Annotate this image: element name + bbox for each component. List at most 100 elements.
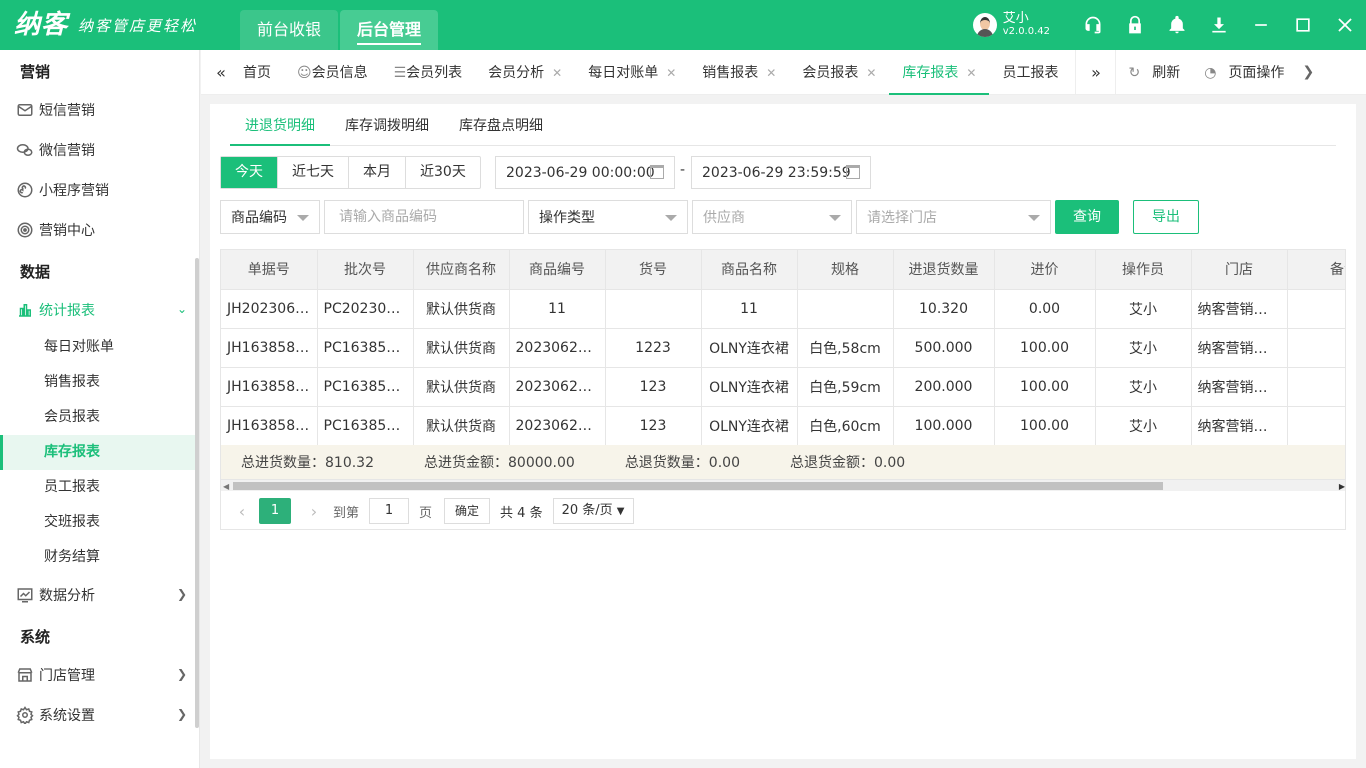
target-icon <box>16 221 34 239</box>
col-header[interactable]: 规格 <box>797 250 894 290</box>
col-header[interactable]: 货号 <box>605 250 702 290</box>
code-type-select[interactable]: 商品编码 <box>220 200 320 234</box>
query-button[interactable]: 查询 <box>1055 200 1119 234</box>
close-icon[interactable]: ✕ <box>966 66 976 80</box>
date-quick-group: 今天 近七天 本月 近30天 <box>220 156 481 189</box>
subtab-in-out[interactable]: 进退货明细 <box>230 104 330 146</box>
table-cell: 白色,59cm <box>797 367 894 407</box>
sidebar-sub-member[interactable]: 会员报表 <box>0 400 199 435</box>
store-select[interactable]: 请选择门店 <box>856 200 1051 234</box>
tab-member-list[interactable]: ☰会员列表 <box>381 50 476 95</box>
tabs-scroll-right-icon[interactable]: » <box>1075 49 1115 95</box>
sidebar-item-marketing-center[interactable]: 营销中心 <box>0 210 199 250</box>
headset-icon[interactable] <box>1072 0 1114 50</box>
sidebar-item-reports[interactable]: 统计报表 ⌄ <box>0 290 199 330</box>
lock-icon[interactable] <box>1114 0 1156 50</box>
next-page-icon[interactable]: › <box>303 502 325 521</box>
table-row[interactable]: JH2023062... PC202306... 默认供货商 11 11 10.320 0.… <box>221 289 1345 329</box>
close-icon[interactable]: ✕ <box>866 66 876 80</box>
subtab-stocktake[interactable]: 库存盘点明细 <box>444 104 558 146</box>
sidebar-sub-shift[interactable]: 交班报表 <box>0 505 199 540</box>
date-30days-button[interactable]: 近30天 <box>405 157 480 188</box>
table-row[interactable]: JH1638581... PC163858... 默认供货商 202306290...… <box>221 406 1345 446</box>
maximize-icon[interactable] <box>1282 0 1324 50</box>
bell-icon[interactable] <box>1156 0 1198 50</box>
date-today-button[interactable]: 今天 <box>221 157 277 188</box>
sidebar-sub-daily[interactable]: 每日对账单 <box>0 330 199 365</box>
end-date-input[interactable]: 2023-06-29 23:59:59 <box>691 156 871 189</box>
table-hscrollbar[interactable]: ◀ ▶ <box>221 479 1345 491</box>
col-header[interactable]: 进价 <box>994 250 1096 290</box>
col-header[interactable]: 商品名称 <box>701 250 798 290</box>
product-code-input[interactable]: 请输入商品编码 <box>324 200 524 234</box>
arrow-left-icon[interactable]: ◀ <box>223 482 229 491</box>
sidebar-item-wechat[interactable]: 微信营销 <box>0 130 199 170</box>
caret-down-icon <box>297 215 309 221</box>
close-icon[interactable]: ✕ <box>666 66 676 80</box>
user-menu[interactable]: 艾小 v2.0.0.42 <box>972 12 1050 38</box>
page-ops-button[interactable]: ◔ 页面操作 <box>1192 62 1296 82</box>
close-icon[interactable]: ✕ <box>766 66 776 80</box>
tab-member-analysis[interactable]: 会员分析 ✕ <box>475 50 575 95</box>
sidebar-item-analysis[interactable]: 数据分析 ❯ <box>0 575 199 615</box>
sidebar-sub-staff[interactable]: 员工报表 <box>0 470 199 505</box>
sidebar-sub-sales[interactable]: 销售报表 <box>0 365 199 400</box>
top-tab-admin[interactable]: 后台管理 <box>340 10 439 50</box>
close-icon[interactable] <box>1324 0 1366 50</box>
tab-home[interactable]: 首页 <box>241 50 284 95</box>
goto-confirm-button[interactable]: 确定 <box>444 498 491 524</box>
sidebar-sub-finance[interactable]: 财务结算 <box>0 540 199 575</box>
sidebar-item-settings[interactable]: 系统设置 ❯ <box>0 695 199 735</box>
tab-staff[interactable]: 员工报表 <box>989 50 1075 95</box>
gear-icon <box>16 706 34 724</box>
tab-daily[interactable]: 每日对账单 ✕ <box>575 50 689 95</box>
table-cell: 202306290... <box>509 367 606 407</box>
col-header[interactable]: 门店 <box>1191 250 1288 290</box>
calendar-icon <box>846 165 860 179</box>
col-header[interactable]: 进退货数量 <box>893 250 995 290</box>
start-date-input[interactable]: 2023-06-29 00:00:00 <box>495 156 675 189</box>
sidebar-item-miniprogram[interactable]: 小程序营销 <box>0 170 199 210</box>
close-icon[interactable]: ✕ <box>552 66 562 80</box>
tab-sales[interactable]: 销售报表 ✕ <box>689 50 789 95</box>
prev-page-icon[interactable]: ‹ <box>231 502 253 521</box>
goto-page-input[interactable]: 1 <box>369 498 410 524</box>
date-month-button[interactable]: 本月 <box>348 157 405 188</box>
table-row[interactable]: JH1638581... PC163858... 默认供货商 202306290...… <box>221 328 1345 368</box>
chevron-right-icon[interactable]: ❯ <box>1296 64 1320 80</box>
tab-member-report[interactable]: 会员报表 ✕ <box>789 50 889 95</box>
refresh-button[interactable]: ↻ 刷新 <box>1116 62 1192 82</box>
minimize-icon[interactable] <box>1240 0 1282 50</box>
table-summary: 总进货数量：810.32 总进货金额：80000.00 总退货数量：0.00 总… <box>221 445 1345 479</box>
table-cell: 202306290... <box>509 328 606 368</box>
date-7days-button[interactable]: 近七天 <box>277 157 348 188</box>
tab-inventory[interactable]: 库存报表 ✕ <box>889 50 990 95</box>
table-row[interactable]: JH1638581... PC163858... 默认供货商 202306290...… <box>221 367 1345 407</box>
col-header[interactable]: 操作员 <box>1095 250 1192 290</box>
supplier-select[interactable]: 供应商 <box>692 200 852 234</box>
miniprogram-icon <box>16 181 34 199</box>
export-button[interactable]: 导出 <box>1133 200 1199 234</box>
sidebar-sub-inventory[interactable]: 库存报表 <box>0 435 199 470</box>
sidebar-item-store[interactable]: 门店管理 ❯ <box>0 655 199 695</box>
sidebar-scrollbar[interactable] <box>195 258 199 728</box>
arrow-right-icon[interactable]: ▶ <box>1339 482 1345 491</box>
page-number-current[interactable]: 1 <box>259 498 291 524</box>
col-header[interactable]: 供应商名称 <box>413 250 510 290</box>
page-size-select[interactable]: 20 条/页 ▼ <box>552 498 634 524</box>
table-cell: 默认供货商 <box>413 328 510 368</box>
sidebar-item-sms[interactable]: 短信营销 <box>0 90 199 130</box>
summary-in-amount: 总进货金额：80000.00 <box>424 455 575 471</box>
col-header[interactable]: 商品编号 <box>509 250 606 290</box>
scrollbar-thumb[interactable] <box>233 482 1163 490</box>
subtab-transfer[interactable]: 库存调拨明细 <box>330 104 444 146</box>
top-tab-cashier[interactable]: 前台收银 <box>240 10 339 50</box>
tab-member-info[interactable]: ☺会员信息 <box>284 50 381 95</box>
col-header[interactable]: 批次号 <box>317 250 414 290</box>
table-cell: 白色,58cm <box>797 328 894 368</box>
op-type-select[interactable]: 操作类型 <box>528 200 688 234</box>
tabs-scroll-left-icon[interactable]: « <box>201 50 241 95</box>
download-icon[interactable] <box>1198 0 1240 50</box>
col-header[interactable]: 单据号 <box>221 250 318 290</box>
col-header[interactable]: 备注 <box>1287 250 1345 290</box>
